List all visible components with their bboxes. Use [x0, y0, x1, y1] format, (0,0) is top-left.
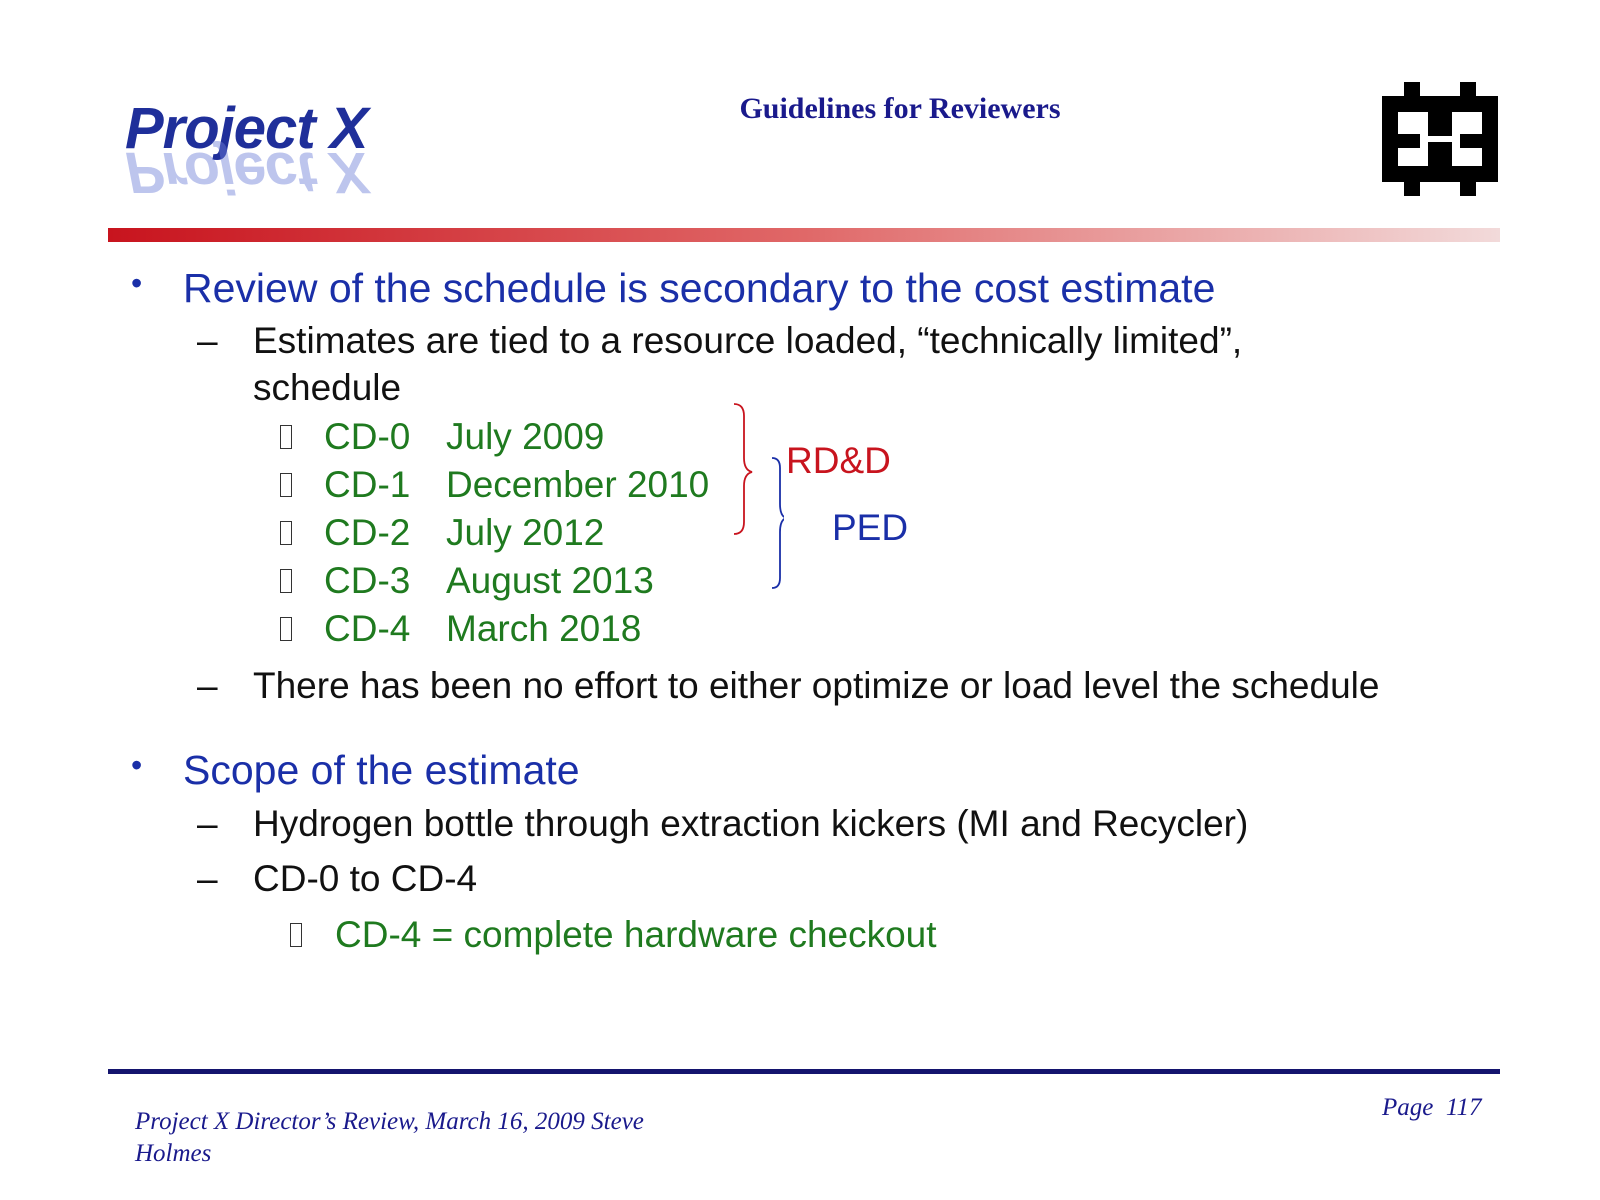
rdd-label: RD&D: [786, 440, 891, 481]
milestone-code: CD-1: [324, 464, 411, 505]
dash-marker: –: [197, 803, 218, 844]
bullet-box-icon: [280, 425, 292, 449]
cd4-note: CD-4 = complete hardware checkout: [290, 914, 937, 956]
dash-marker: –: [197, 320, 218, 361]
bullet-box-icon: [280, 569, 292, 593]
milestone-date: July 2009: [446, 416, 605, 457]
bullet-box-icon: [280, 521, 292, 545]
milestone-date: July 2012: [446, 512, 605, 553]
milestone-item: CD-0 July 2009: [280, 416, 605, 458]
milestone-item: CD-3 August 2013: [280, 560, 654, 602]
sub-text-line1: Estimates are tied to a resource loaded,…: [253, 320, 1243, 361]
slide-title: Guidelines for Reviewers: [739, 92, 1061, 125]
sub-text: Hydrogen bottle through extraction kicke…: [253, 803, 1249, 844]
milestone-date: August 2013: [446, 560, 654, 601]
logo-reflection: Project X: [125, 140, 368, 205]
milestone-code: CD-4: [324, 608, 411, 649]
note-text: CD-4 = complete hardware checkout: [335, 914, 937, 955]
page-number: Page 117: [1382, 1094, 1482, 1121]
bullet-box-icon: [280, 473, 292, 497]
sub-hydrogen: – Hydrogen bottle through extraction kic…: [197, 803, 1249, 845]
sub-text: CD-0 to CD-4: [253, 858, 478, 899]
milestone-item: CD-1 December 2010: [280, 464, 710, 506]
sub-estimates: – Estimates are tied to a resource loade…: [197, 320, 1243, 362]
milestone-code: CD-2: [324, 512, 411, 553]
phase-braces: [733, 403, 784, 589]
bullet-text: Scope of the estimate: [183, 747, 580, 793]
bullet-dot: •: [131, 265, 143, 301]
rdd-brace: [733, 403, 753, 535]
bullet-schedule: • Review of the schedule is secondary to…: [131, 265, 1216, 312]
milestone-date: December 2010: [446, 464, 710, 505]
ped-brace: [771, 457, 784, 589]
bullet-box-icon: [280, 617, 292, 641]
milestone-date: March 2018: [446, 608, 642, 649]
bullet-box-icon: [290, 923, 302, 947]
project-x-logo: Project X Project X: [125, 95, 425, 205]
milestone-code: CD-3: [324, 560, 411, 601]
footer-credit-line1: Project X Director’s Review, March 16, 2…: [135, 1108, 644, 1135]
footer-divider-bar: [108, 1069, 1500, 1074]
milestone-code: CD-0: [324, 416, 411, 457]
fermilab-logo-icon: [1382, 82, 1498, 196]
footer-credit-line2: Holmes: [135, 1140, 212, 1167]
header-divider-bar: [108, 228, 1500, 242]
sub-estimates-cont: schedule: [253, 367, 402, 408]
sub-cd-range: – CD-0 to CD-4: [197, 858, 478, 900]
bullet-scope: • Scope of the estimate: [131, 747, 580, 794]
sub-text: There has been no effort to either optim…: [253, 665, 1380, 706]
bullet-text: Review of the schedule is secondary to t…: [183, 265, 1216, 311]
milestone-item: CD-2 July 2012: [280, 512, 605, 554]
sub-no-effort: – There has been no effort to either opt…: [197, 665, 1380, 707]
bullet-dot: •: [131, 747, 143, 783]
dash-marker: –: [197, 858, 218, 899]
ped-label: PED: [832, 507, 909, 548]
dash-marker: –: [197, 665, 218, 706]
milestone-item: CD-4 March 2018: [280, 608, 642, 650]
